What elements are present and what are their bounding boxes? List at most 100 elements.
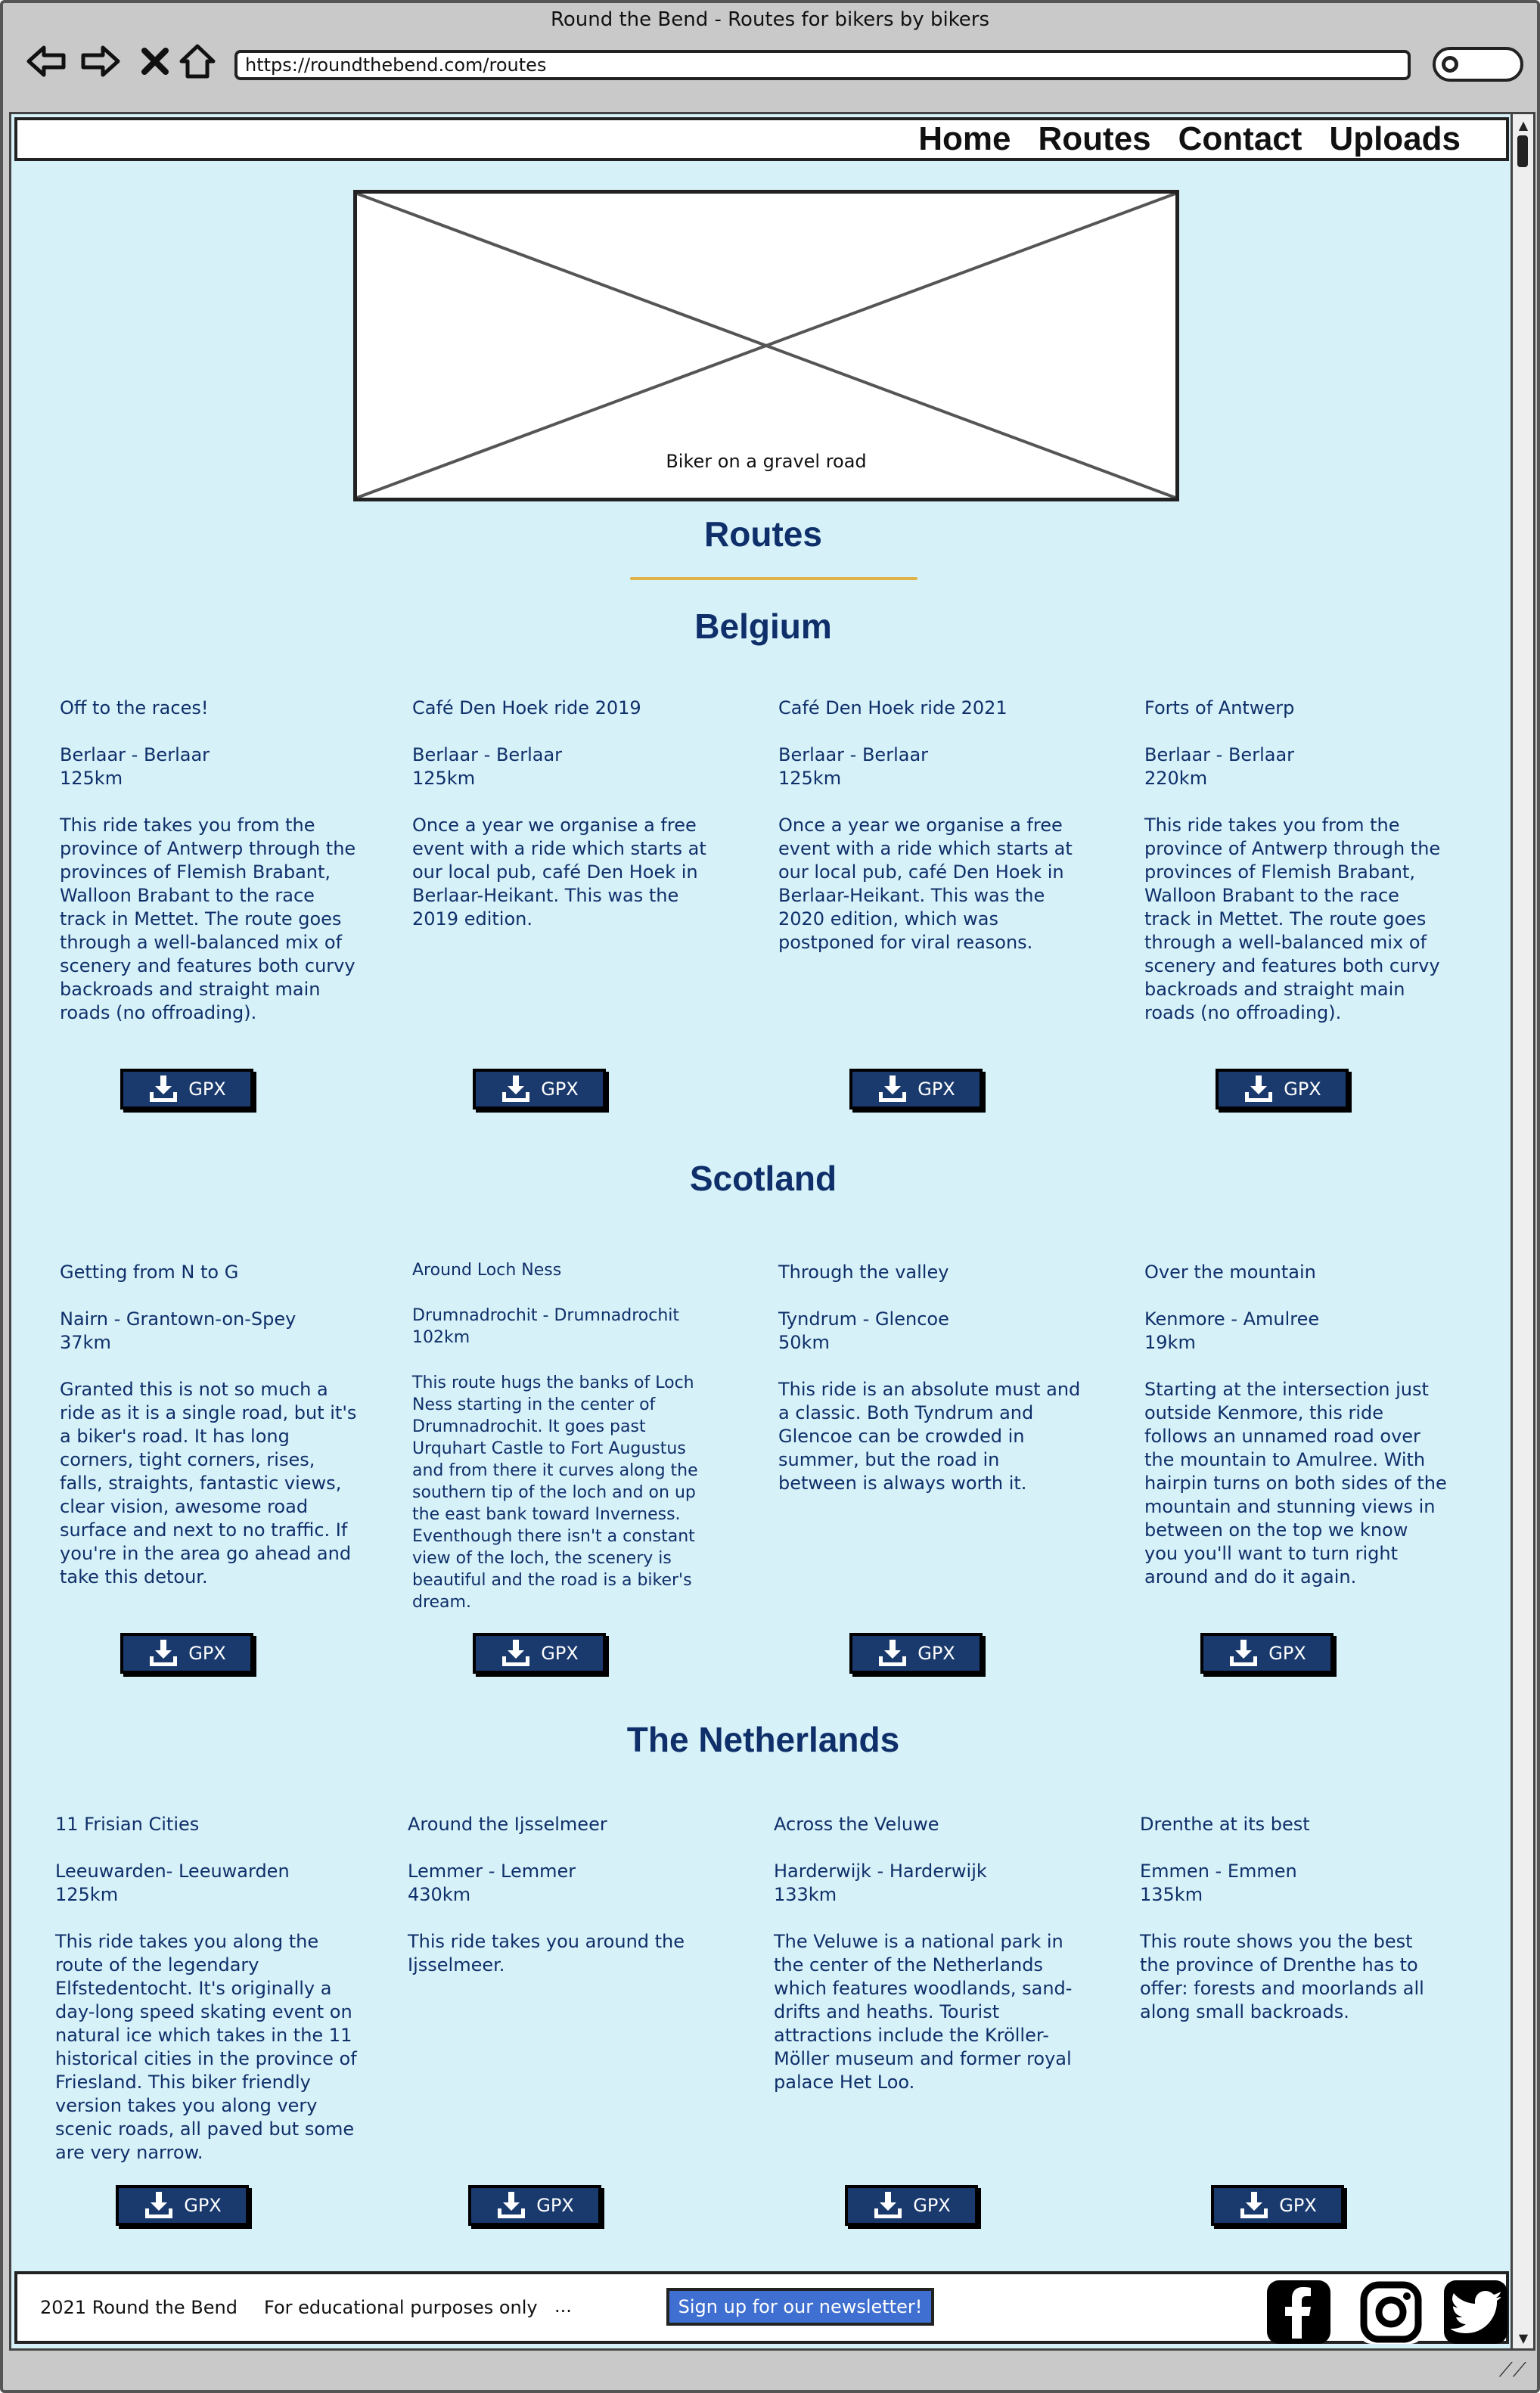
route-description: This ride is an absolute must and a clas… bbox=[778, 1379, 1081, 1494]
route-description: This ride takes you around the Ijsselmee… bbox=[408, 1931, 685, 1976]
download-icon bbox=[874, 2192, 902, 2218]
hero-image: Biker on a gravel road bbox=[353, 190, 1179, 501]
route-distance: 102km bbox=[412, 1328, 470, 1347]
route-card: Around the Ijsselmeer Lemmer - Lemmer 43… bbox=[408, 1813, 710, 1977]
route-title: Around Loch Ness bbox=[412, 1261, 562, 1280]
route-distance: 220km bbox=[1144, 768, 1208, 789]
gpx-download-button[interactable]: GPX bbox=[120, 1633, 253, 1674]
footer-ellipsis: ... bbox=[554, 2295, 572, 2317]
route-endpoints: Lemmer - Lemmer bbox=[408, 1861, 576, 1882]
twitter-icon[interactable] bbox=[1444, 2280, 1507, 2344]
route-endpoints: Berlaar - Berlaar bbox=[412, 744, 563, 765]
route-card: Café Den Hoek ride 2021 Berlaar - Berlaa… bbox=[778, 697, 1081, 954]
route-distance: 50km bbox=[778, 1332, 830, 1353]
gpx-label: GPX bbox=[188, 1643, 226, 1664]
route-description: Starting at the intersection just outsid… bbox=[1144, 1379, 1447, 1588]
route-description: This ride takes you along the route of t… bbox=[55, 1931, 357, 2163]
route-distance: 125km bbox=[778, 768, 842, 789]
route-title: Around the Ijsselmeer bbox=[408, 1814, 607, 1835]
route-description: Granted this is not so much a ride as it… bbox=[60, 1379, 357, 1588]
gpx-download-button[interactable]: GPX bbox=[1216, 1069, 1349, 1110]
gpx-label: GPX bbox=[184, 2195, 222, 2216]
route-card: Through the valley Tyndrum - Glencoe 50k… bbox=[778, 1261, 1081, 1495]
download-icon bbox=[150, 1640, 178, 1666]
gpx-download-button[interactable]: GPX bbox=[845, 2185, 978, 2226]
scroll-up-icon[interactable]: ▲ bbox=[1516, 117, 1531, 132]
nav-routes[interactable]: Routes bbox=[1039, 120, 1151, 158]
site-footer: 2021 Round the Bend For educational purp… bbox=[14, 2271, 1509, 2344]
gpx-download-button[interactable]: GPX bbox=[849, 1069, 983, 1110]
gpx-download-button[interactable]: GPX bbox=[116, 2185, 249, 2226]
close-icon[interactable] bbox=[133, 39, 177, 83]
route-card: Drenthe at its best Emmen - Emmen 135km … bbox=[1140, 1813, 1442, 2024]
gpx-download-button[interactable]: GPX bbox=[1200, 1633, 1334, 1674]
download-icon bbox=[502, 1075, 530, 1102]
browser-search[interactable] bbox=[1433, 47, 1523, 82]
gpx-label: GPX bbox=[1284, 1079, 1321, 1100]
nav-contact[interactable]: Contact bbox=[1178, 120, 1302, 158]
instagram-icon[interactable] bbox=[1359, 2280, 1423, 2344]
gpx-download-button[interactable]: GPX bbox=[473, 1633, 606, 1674]
country-heading-scotland: Scotland bbox=[689, 1159, 837, 1198]
route-title: Café Den Hoek ride 2021 bbox=[778, 697, 1008, 719]
download-icon bbox=[498, 2192, 526, 2218]
download-icon bbox=[879, 1640, 907, 1666]
gpx-download-button[interactable]: GPX bbox=[468, 2185, 601, 2226]
browser-window: Round the Bend - Routes for bikers by bi… bbox=[0, 0, 1540, 2393]
route-description: This route hugs the banks of Loch Ness s… bbox=[412, 1373, 698, 1612]
nav-uploads[interactable]: Uploads bbox=[1329, 120, 1461, 158]
address-bar[interactable]: https://roundthebend.com/routes bbox=[234, 50, 1411, 80]
route-title: Through the valley bbox=[778, 1262, 949, 1283]
gpx-label: GPX bbox=[917, 1079, 955, 1100]
download-icon bbox=[502, 1640, 530, 1666]
route-title: 11 Frisian Cities bbox=[55, 1814, 200, 1835]
gpx-label: GPX bbox=[188, 1079, 226, 1100]
gpx-label: GPX bbox=[917, 1643, 955, 1664]
title-underline bbox=[630, 577, 917, 580]
route-title: Forts of Antwerp bbox=[1144, 697, 1295, 719]
route-title: Getting from N to G bbox=[60, 1262, 239, 1283]
gpx-download-button[interactable]: GPX bbox=[120, 1069, 253, 1110]
route-distance: 135km bbox=[1140, 1884, 1203, 1905]
route-card: Over the mountain Kenmore - Amulree 19km… bbox=[1144, 1261, 1447, 1589]
gpx-download-button[interactable]: GPX bbox=[473, 1069, 606, 1110]
browser-statusbar: ⟋⟋ bbox=[3, 2352, 1537, 2390]
facebook-icon[interactable] bbox=[1267, 2280, 1330, 2344]
download-icon bbox=[1240, 2192, 1268, 2218]
back-icon[interactable] bbox=[24, 39, 68, 83]
route-distance: 125km bbox=[412, 768, 476, 789]
hero-caption: Biker on a gravel road bbox=[666, 451, 867, 472]
route-endpoints: Leeuwarden- Leeuwarden bbox=[55, 1861, 290, 1882]
route-description: This route shows you the best the provin… bbox=[1140, 1931, 1424, 2022]
route-card: Across the Veluwe Harderwijk - Harderwij… bbox=[774, 1813, 1076, 2094]
vertical-scrollbar[interactable]: ▲ ▼ bbox=[1513, 112, 1535, 2351]
gpx-label: GPX bbox=[541, 1079, 579, 1100]
resize-grip-icon[interactable]: ⟋⟋ bbox=[1499, 2359, 1526, 2382]
download-icon bbox=[1245, 1075, 1273, 1102]
route-description: Once a year we organise a free event wit… bbox=[778, 815, 1073, 953]
download-icon bbox=[879, 1075, 907, 1102]
route-endpoints: Drumnadrochit - Drumnadrochit bbox=[412, 1306, 680, 1325]
forward-icon[interactable] bbox=[79, 39, 123, 83]
route-endpoints: Tyndrum - Glencoe bbox=[778, 1308, 949, 1330]
gpx-download-button[interactable]: GPX bbox=[1211, 2185, 1344, 2226]
route-distance: 430km bbox=[408, 1884, 471, 1905]
route-description: This ride takes you from the province of… bbox=[60, 815, 356, 1023]
gpx-download-button[interactable]: GPX bbox=[849, 1633, 983, 1674]
route-distance: 19km bbox=[1144, 1332, 1196, 1353]
nav-home[interactable]: Home bbox=[918, 120, 1011, 158]
home-icon[interactable] bbox=[175, 39, 219, 83]
newsletter-signup-button[interactable]: Sign up for our newsletter! bbox=[666, 2288, 934, 2326]
footer-note: For educational purposes only bbox=[264, 2297, 538, 2318]
scroll-thumb[interactable] bbox=[1517, 135, 1528, 167]
page-viewport: Home Routes Contact Uploads Biker on a g… bbox=[9, 112, 1513, 2351]
route-card: Around Loch Ness Drumnadrochit - Drumnad… bbox=[412, 1259, 715, 1613]
route-card: Café Den Hoek ride 2019 Berlaar - Berlaa… bbox=[412, 697, 715, 931]
scroll-down-icon[interactable]: ▼ bbox=[1516, 2330, 1531, 2345]
route-endpoints: Kenmore - Amulree bbox=[1144, 1308, 1320, 1330]
route-endpoints: Nairn - Grantown-on-Spey bbox=[60, 1308, 297, 1330]
route-title: Drenthe at its best bbox=[1140, 1814, 1310, 1835]
route-title: Off to the races! bbox=[60, 697, 209, 719]
route-title: Across the Veluwe bbox=[774, 1814, 939, 1835]
route-card: Off to the races! Berlaar - Berlaar 125k… bbox=[60, 697, 362, 1025]
